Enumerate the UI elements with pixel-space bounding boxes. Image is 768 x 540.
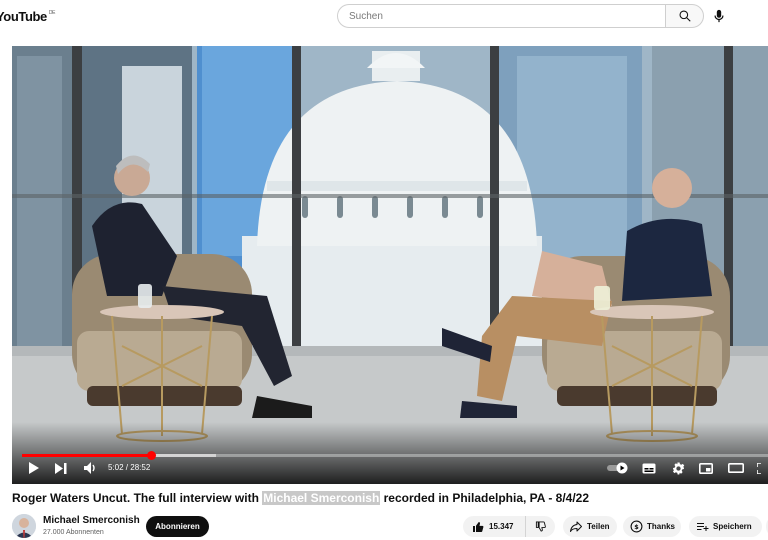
microphone-icon: [714, 9, 724, 23]
settings-gear-icon: [672, 462, 684, 474]
theater-mode-icon: [728, 463, 744, 473]
thanks-button[interactable]: $ Thanks: [623, 516, 681, 537]
miniplayer-button[interactable]: [698, 461, 714, 475]
play-button[interactable]: [25, 461, 41, 475]
video-title: Roger Waters Uncut. The full interview w…: [12, 490, 762, 506]
video-title-part-end: recorded in Philadelphia, PA - 8/4/22: [380, 491, 590, 505]
search-input[interactable]: [337, 4, 665, 28]
like-button[interactable]: 15.347: [463, 516, 526, 537]
like-count: 15.347: [489, 522, 514, 531]
video-title-highlight[interactable]: Michael Smerconish: [262, 491, 381, 505]
save-button[interactable]: Speichern: [689, 516, 762, 537]
search-button[interactable]: [665, 4, 704, 28]
autoplay-toggle[interactable]: [607, 462, 629, 474]
next-button[interactable]: [53, 461, 69, 475]
thumbs-down-icon: [535, 521, 546, 532]
search-icon: [679, 10, 691, 22]
subtitles-button[interactable]: [641, 461, 656, 475]
progress-played: [22, 454, 152, 457]
dislike-button[interactable]: [526, 516, 555, 537]
subscriber-count: 27.000 Abonnenten: [43, 529, 104, 536]
save-to-playlist-icon: [697, 522, 709, 531]
super-thanks-icon: $: [630, 520, 643, 533]
like-dislike-group: 15.347: [463, 516, 555, 537]
video-frame: [12, 46, 768, 484]
share-label: Teilen: [587, 522, 610, 531]
voice-search-button[interactable]: [709, 6, 729, 26]
channel-avatar[interactable]: [12, 514, 36, 538]
svg-text:$: $: [634, 523, 639, 531]
current-time: 5:02: [108, 463, 124, 472]
share-icon: [570, 521, 582, 532]
mute-button[interactable]: [82, 461, 98, 475]
thanks-label: Thanks: [647, 522, 676, 531]
miniplayer-icon: [699, 462, 713, 474]
theater-mode-button[interactable]: [727, 461, 745, 475]
fullscreen-icon: [757, 462, 761, 474]
save-label: Speichern: [713, 522, 752, 531]
thumbs-up-icon: [473, 521, 484, 532]
youtube-logo[interactable]: YouTube DE: [0, 9, 55, 24]
masthead: YouTube DE: [0, 0, 768, 34]
channel-name[interactable]: Michael Smerconish: [43, 515, 140, 526]
time-display: 5:02 / 28:52: [108, 463, 150, 473]
search-box: [337, 4, 704, 28]
share-button[interactable]: Teilen: [563, 516, 617, 537]
video-player[interactable]: [12, 46, 768, 484]
autoplay-toggle-icon: [607, 462, 628, 474]
progress-bar[interactable]: [22, 451, 768, 460]
next-icon: [55, 462, 67, 474]
duration: 28:52: [130, 463, 151, 472]
avatar-image: [12, 514, 36, 538]
volume-icon: [83, 462, 95, 474]
play-icon: [28, 462, 39, 474]
subscribe-button[interactable]: Abonnieren: [146, 516, 209, 537]
region-code: DE: [48, 10, 56, 16]
logo-text: YouTube: [0, 9, 47, 24]
subtitles-icon: [642, 463, 655, 473]
fullscreen-button[interactable]: [756, 461, 768, 475]
video-title-part: Roger Waters Uncut. The full interview w…: [12, 491, 263, 505]
settings-button[interactable]: [670, 460, 686, 476]
